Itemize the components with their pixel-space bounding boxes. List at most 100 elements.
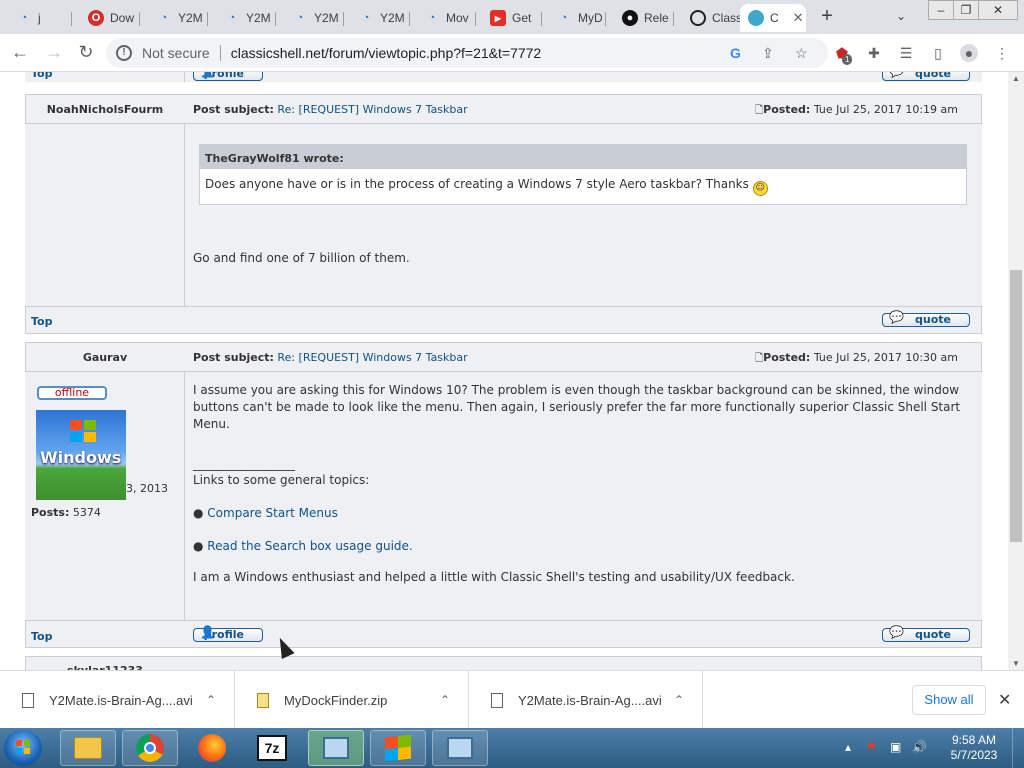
bookmark-star-icon[interactable]: ☆ (795, 45, 808, 62)
7zip-taskbar-button[interactable]: 7z (244, 730, 300, 766)
vertical-scrollbar[interactable]: ▲ ▼ (1008, 72, 1024, 670)
tab-search-icon[interactable]: ⌄ (896, 9, 906, 23)
explorer-taskbar-button[interactable] (60, 730, 116, 766)
show-desktop-button[interactable] (1012, 728, 1024, 768)
computer-icon (323, 737, 349, 759)
scroll-up-icon[interactable]: ▲ (1008, 74, 1024, 83)
y2mate-icon: ◔ (160, 12, 168, 24)
y2mate-icon: ◔ (362, 12, 370, 24)
download-item[interactable]: Y2Mate.is-Brain-Ag....avi ⌃ (0, 671, 235, 729)
classic-shell-icon (690, 10, 706, 26)
system-clock[interactable]: 9:58 AM 5/7/2023 (944, 733, 1004, 763)
chevron-up-icon[interactable]: ⌃ (440, 693, 450, 707)
chrome-icon (136, 734, 164, 762)
offline-badge: offline (37, 386, 107, 400)
network-icon[interactable]: ▣ (890, 740, 901, 754)
quote-icon: 💬 (889, 72, 904, 77)
start-button[interactable] (4, 730, 42, 766)
post-body-text: Go and find one of 7 billion of them. (193, 251, 410, 265)
warning-icon[interactable]: ! (116, 45, 132, 61)
quote-button[interactable]: 💬quote (882, 626, 970, 642)
maximize-button[interactable]: ❐ (953, 0, 979, 20)
back-icon[interactable]: ← (8, 41, 32, 65)
tab-7[interactable]: ◔ Mov (408, 4, 476, 32)
search-box-guide-link[interactable]: Read the Search box usage guide. (207, 539, 412, 553)
tab-8[interactable]: ▶ Get (474, 4, 542, 32)
tab-label: j (38, 11, 41, 25)
post-author[interactable]: Gaurav (25, 351, 185, 364)
show-hidden-icons[interactable]: ▴ (845, 740, 851, 754)
post-subject-link[interactable]: Re: [REQUEST] Windows 7 Taskbar (277, 351, 467, 364)
clock-time: 9:58 AM (951, 733, 997, 747)
compare-start-menus-link[interactable]: Compare Start Menus (207, 506, 338, 520)
profile-button[interactable]: 👤profile (193, 625, 263, 642)
browser-toolbar: ← → ↻ ! Not secure classicshell.net/foru… (0, 34, 1024, 72)
y2mate-icon: ◔ (296, 12, 304, 24)
menu-kebab-icon[interactable]: ⋮ (993, 44, 1011, 62)
smiley-icon: ☺ (752, 181, 768, 196)
download-item[interactable]: MyDockFinder.zip ⌃ (235, 671, 469, 729)
tab-11[interactable]: Class (674, 4, 740, 32)
post-subject: Post subject: Re: [REQUEST] Windows 7 Ta… (193, 351, 468, 364)
signature-link-2: ● Read the Search box usage guide. (193, 539, 413, 553)
forward-icon[interactable]: → (42, 41, 66, 65)
google-translate-icon[interactable]: G (730, 45, 741, 61)
post-author[interactable]: NoahNicholsFourm (25, 103, 185, 116)
security-label[interactable]: Not secure (142, 45, 210, 61)
top-link[interactable]: Top (31, 72, 52, 80)
top-link[interactable]: Top (31, 315, 52, 328)
firefox-icon (198, 734, 226, 762)
download-filename: Y2Mate.is-Brain-Ag....avi (49, 692, 193, 708)
download-item[interactable]: Y2Mate.is-Brain-Ag....avi ⌃ (469, 671, 703, 729)
tab-active[interactable]: C ✕ (740, 4, 806, 32)
tab-9[interactable]: ◔ MyD (540, 4, 606, 32)
close-tab-icon[interactable]: ✕ (793, 10, 804, 26)
top-link[interactable]: Top (31, 630, 52, 643)
post-subject-link[interactable]: Re: [REQUEST] Windows 7 Taskbar (277, 103, 467, 116)
windows-flag-icon (385, 734, 411, 762)
tab-6[interactable]: ◔ Y2M (342, 4, 410, 32)
url-text[interactable]: classicshell.net/forum/viewtopic.php?f=2… (231, 45, 542, 61)
extension-shield-icon[interactable]: ⬟ 1 (833, 44, 853, 65)
new-tab-button[interactable]: + (816, 6, 838, 28)
profile-icon: 👤 (200, 625, 215, 639)
profile-button[interactable]: 👤profile (193, 72, 263, 81)
windows-taskbar-button[interactable] (370, 730, 426, 766)
post-count: Posts: 5374 (31, 506, 101, 519)
minimize-button[interactable]: – (928, 0, 954, 20)
chevron-up-icon[interactable]: ⌃ (674, 693, 684, 707)
extensions-puzzle-icon[interactable]: ✚ (865, 44, 883, 62)
chrome-taskbar-button[interactable] (122, 730, 178, 766)
signature-rule: _________________ (193, 457, 295, 471)
scroll-down-icon[interactable]: ▼ (1008, 659, 1024, 668)
classic-shell-icon (748, 10, 764, 26)
app-taskbar-button[interactable] (432, 730, 488, 766)
reading-list-icon[interactable]: ☰ (897, 44, 915, 62)
tab-4[interactable]: ◔ Y2M (208, 4, 276, 32)
tab-5[interactable]: ◔ Y2M (276, 4, 344, 32)
app-taskbar-button-active[interactable] (308, 730, 364, 766)
close-window-button[interactable]: ✕ (978, 0, 1018, 20)
reload-icon[interactable]: ↻ (74, 41, 98, 65)
volume-icon[interactable]: 🔊 (912, 740, 927, 754)
quote-button[interactable]: 💬quote (882, 72, 970, 81)
scroll-thumb[interactable] (1010, 270, 1022, 542)
chevron-up-icon[interactable]: ⌃ (206, 693, 216, 707)
zip-file-icon (257, 692, 269, 708)
firefox-taskbar-button[interactable] (184, 730, 240, 766)
windows-taskbar: 7z ▴ ⚑ ▣ 🔊 9:58 AM 5/7/2023 (0, 728, 1024, 768)
tab-10[interactable]: ● Rele (606, 4, 674, 32)
side-panel-icon[interactable]: ▯ (929, 44, 947, 62)
show-all-button[interactable]: Show all (912, 685, 986, 715)
share-icon[interactable]: ⇪ (762, 45, 774, 62)
close-downloads-icon[interactable]: ✕ (998, 690, 1011, 710)
profile-avatar-icon[interactable]: ● (960, 44, 978, 62)
action-center-icon[interactable]: ⚑ (866, 740, 877, 754)
address-bar[interactable]: ! Not secure classicshell.net/forum/view… (106, 38, 828, 68)
tab-3[interactable]: ◔ Y2M (140, 4, 208, 32)
tab-1[interactable]: ◔ j (0, 4, 72, 32)
extension-badge: 1 (842, 54, 853, 65)
quote-button[interactable]: 💬quote (882, 311, 970, 327)
post-icon: 🗋 (755, 105, 764, 116)
tab-2[interactable]: O Dow (72, 4, 140, 32)
